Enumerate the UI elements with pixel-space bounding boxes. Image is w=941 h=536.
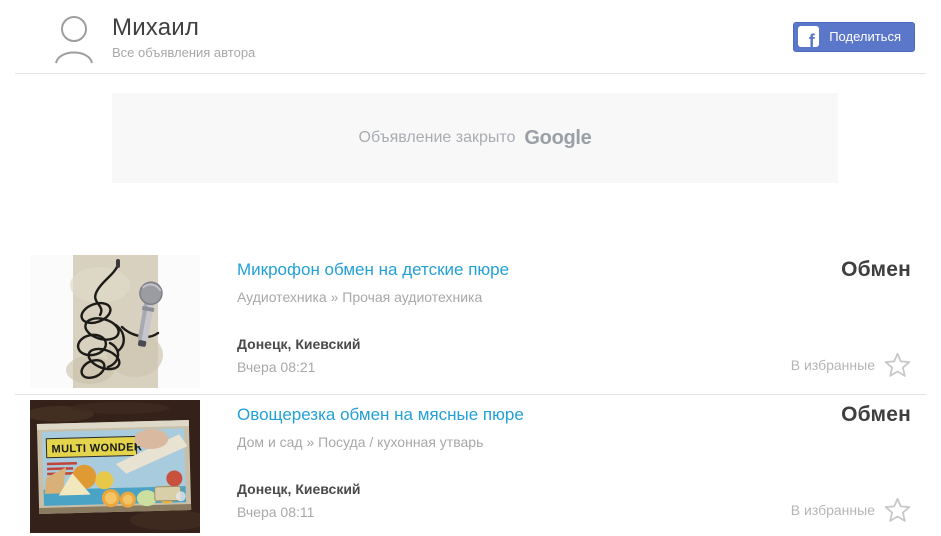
price-badge: Обмен (841, 403, 911, 427)
share-button-label: Поделиться (829, 29, 901, 44)
facebook-icon: f (798, 26, 819, 47)
listing-thumbnail[interactable] (30, 255, 200, 388)
microphone-photo (30, 255, 200, 388)
google-logo: Google (524, 127, 591, 150)
page: Михаил Все объявления автора f Поделитьс… (0, 0, 941, 533)
listing-category: Аудиотехника » Прочая аудиотехника (237, 289, 761, 306)
author-info: Михаил Все объявления автора (112, 14, 255, 60)
listing-info: Овощерезка обмен на мясные пюре Дом и са… (237, 400, 761, 533)
author-subtitle: Все объявления автора (112, 45, 255, 60)
author-name: Михаил (112, 14, 255, 42)
box-brand-text: MULTI WONDER (51, 441, 142, 455)
listing-right-column: Обмен В избранные (761, 400, 911, 533)
favorites-label: В избранные (791, 357, 875, 373)
favorites-label: В избранные (791, 502, 875, 518)
listings-section: Микрофон обмен на детские пюре Аудиотехн… (0, 255, 941, 533)
avatar-icon (55, 14, 95, 64)
slicer-box-photo: MULTI WONDER (30, 400, 200, 533)
listing-time: Вчера 08:21 (237, 359, 761, 376)
listing-category: Дом и сад » Посуда / кухонная утварь (237, 434, 761, 451)
listing-location: Донецк, Киевский (237, 336, 761, 353)
ad-closed-text: Объявление закрыто (359, 129, 516, 147)
star-icon (884, 352, 911, 378)
facebook-share-button[interactable]: f Поделиться (793, 22, 915, 52)
add-to-favorites-button[interactable]: В избранные (791, 352, 911, 378)
listing-info: Микрофон обмен на детские пюре Аудиотехн… (237, 255, 761, 388)
listing-title-link[interactable]: Микрофон обмен на детские пюре (237, 259, 761, 281)
listing-time: Вчера 08:11 (237, 504, 761, 521)
header-divider (15, 73, 926, 74)
listing-right-column: Обмен В избранные (761, 255, 911, 388)
add-to-favorites-button[interactable]: В избранные (791, 497, 911, 523)
facebook-f-glyph: f (809, 32, 815, 47)
ad-banner: Объявление закрыто Google (112, 93, 838, 183)
price-badge: Обмен (841, 258, 911, 282)
listing-row-microphone[interactable]: Микрофон обмен на детские пюре Аудиотехн… (0, 255, 941, 388)
listing-thumbnail[interactable]: MULTI WONDER (30, 400, 200, 533)
listing-title-link[interactable]: Овощерезка обмен на мясные пюре (237, 404, 761, 426)
author-header: Михаил Все объявления автора f Поделитьс… (0, 0, 941, 73)
star-icon (884, 497, 911, 523)
listing-row-slicer[interactable]: MULTI WONDER (0, 395, 941, 533)
listing-location: Донецк, Киевский (237, 481, 761, 498)
